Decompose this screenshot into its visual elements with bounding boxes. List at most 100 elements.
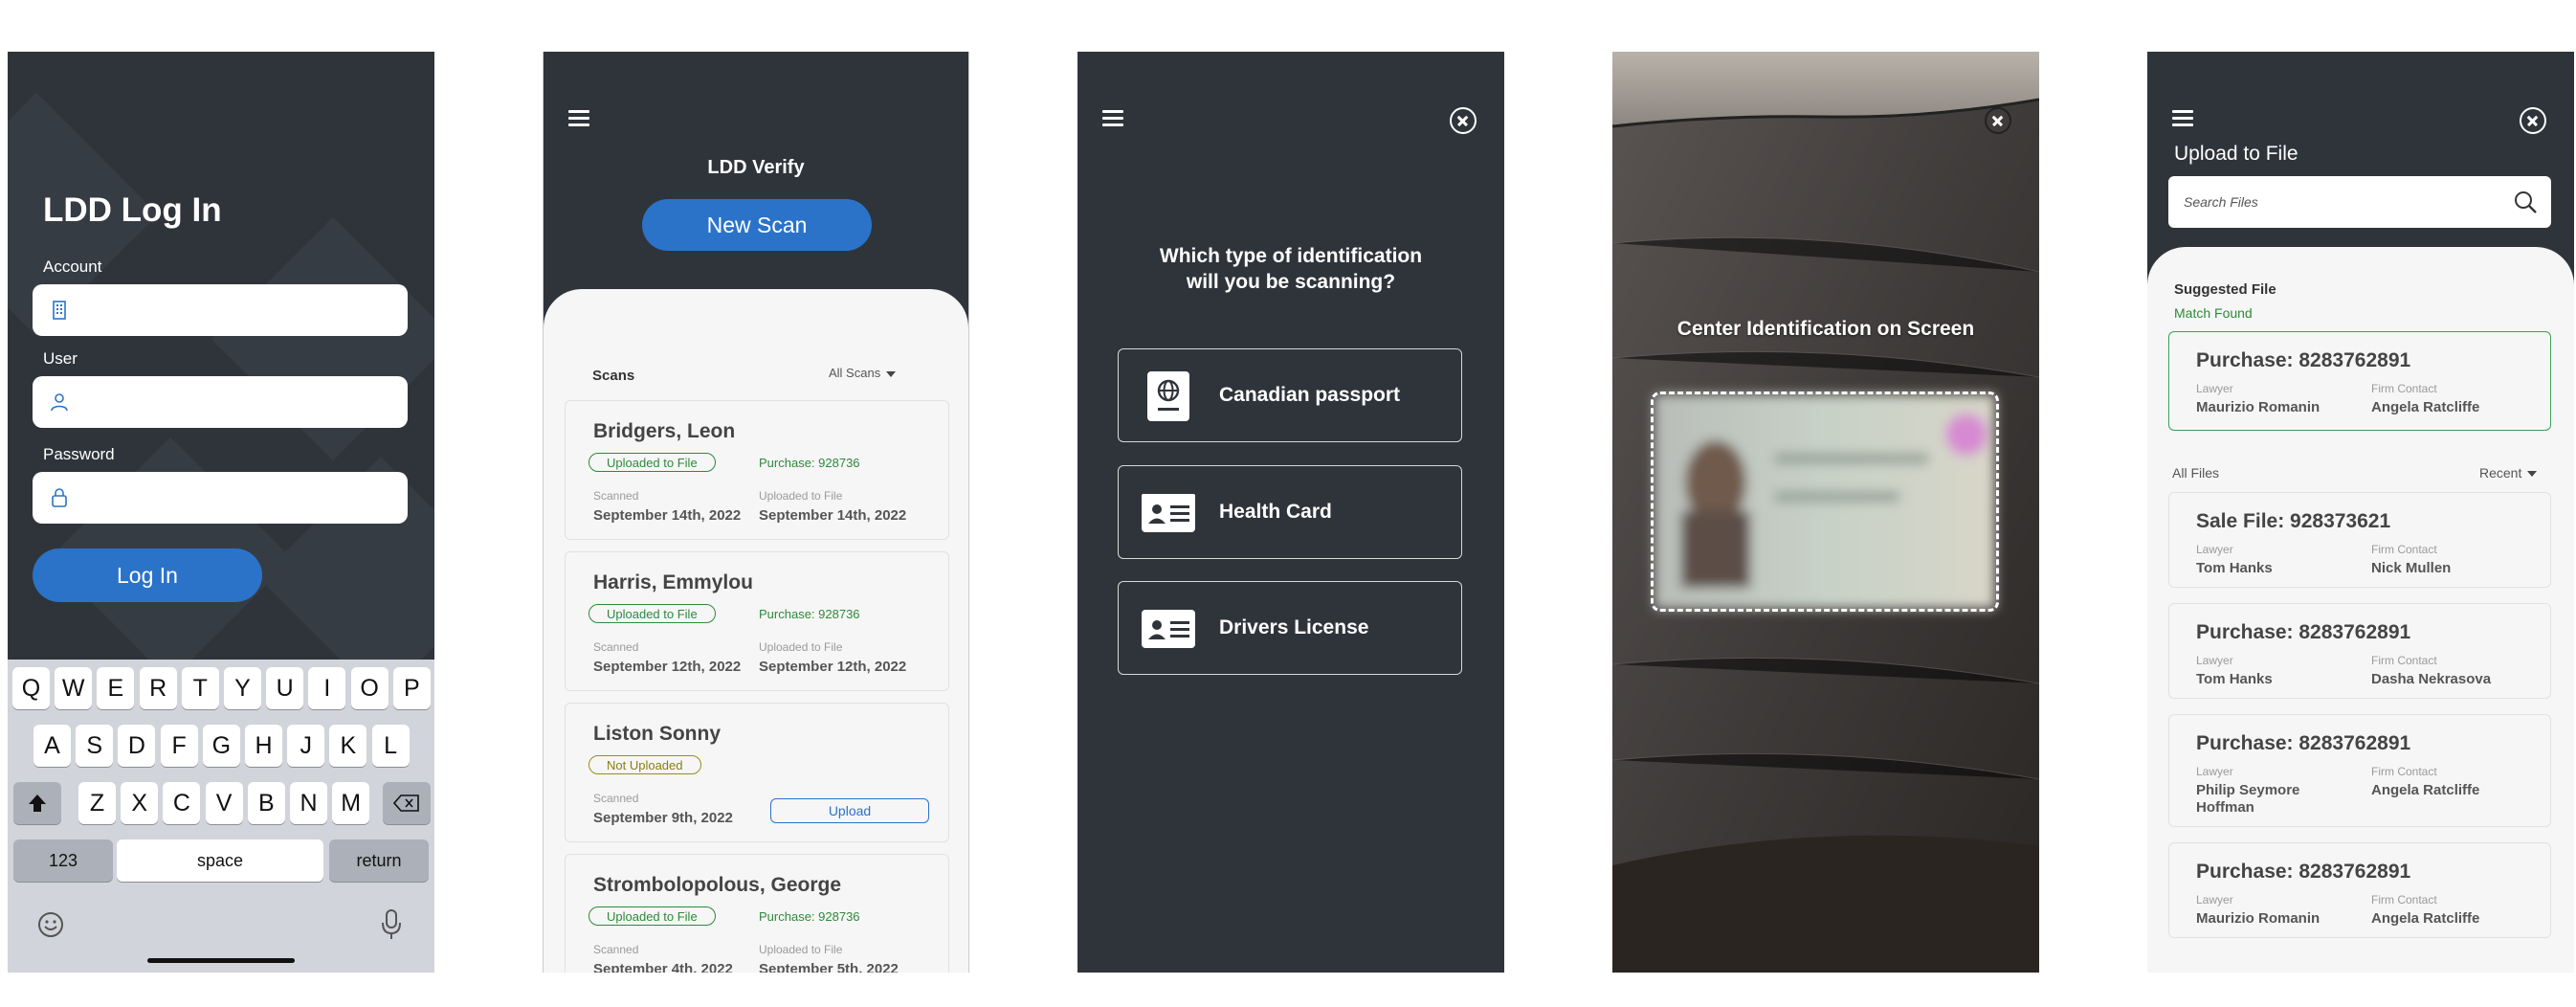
- key-k[interactable]: K: [329, 725, 367, 767]
- option-label: Drivers License: [1219, 616, 1369, 638]
- scan-card[interactable]: Liston Sonny Not Uploaded Scanned Septem…: [565, 703, 949, 842]
- return-key[interactable]: return: [329, 839, 429, 882]
- scan-card[interactable]: Strombolopolous, George Uploaded to File…: [565, 854, 949, 973]
- option-drivers-license[interactable]: Drivers License: [1118, 581, 1462, 675]
- keyboard: QWERTYUIOP ASDFGHJKL ZXCVBNM 123 space r…: [8, 660, 434, 973]
- key-e[interactable]: E: [97, 667, 135, 709]
- new-scan-button[interactable]: New Scan: [642, 199, 872, 251]
- emoji-icon[interactable]: [36, 910, 65, 939]
- uploaded-label: Uploaded to File: [759, 943, 843, 956]
- key-l[interactable]: L: [371, 725, 410, 767]
- file-title: Purchase: 8283762891: [2196, 349, 2411, 371]
- key-p[interactable]: P: [392, 667, 431, 709]
- password-label: Password: [43, 445, 115, 463]
- upload-button[interactable]: Upload: [770, 798, 929, 823]
- sort-dropdown[interactable]: Recent: [2479, 465, 2538, 481]
- scanned-date: September 12th, 2022: [593, 659, 742, 675]
- key-d[interactable]: D: [118, 725, 156, 767]
- space-key[interactable]: space: [117, 839, 323, 882]
- option-health-card[interactable]: Health Card: [1118, 465, 1462, 559]
- scan-frame: [1651, 392, 1999, 612]
- camera-screen: Center Identification on Screen: [1612, 52, 2039, 973]
- key-a[interactable]: A: [33, 725, 71, 767]
- id-type-screen: Which type of identification will you be…: [1077, 52, 1504, 973]
- key-g[interactable]: G: [202, 725, 240, 767]
- key-f[interactable]: F: [160, 725, 198, 767]
- key-j[interactable]: J: [287, 725, 325, 767]
- lawyer-name: Tom Hanks: [2196, 560, 2273, 576]
- key-y[interactable]: Y: [224, 667, 261, 709]
- status-badge: Uploaded to File: [588, 604, 716, 623]
- key-u[interactable]: U: [266, 667, 304, 709]
- search-icon[interactable]: [2513, 190, 2538, 214]
- lawyer-name: Philip Seymore Hoffman: [2196, 782, 2300, 816]
- scan-card[interactable]: Bridgers, Leon Uploaded to File Purchase…: [565, 400, 949, 540]
- key-v[interactable]: V: [205, 782, 243, 824]
- user-field[interactable]: [33, 376, 408, 428]
- key-b[interactable]: B: [247, 782, 285, 824]
- lawyer-label: Lawyer: [2196, 893, 2233, 906]
- key-q[interactable]: Q: [12, 667, 50, 709]
- scanned-date: September 9th, 2022: [593, 810, 733, 826]
- account-field[interactable]: [33, 284, 408, 336]
- key-z[interactable]: Z: [78, 782, 116, 824]
- lock-icon: [52, 488, 67, 507]
- scans-filter-dropdown[interactable]: All Scans: [829, 366, 897, 380]
- backspace-key[interactable]: [383, 782, 431, 824]
- lawyer-name: Maurizio Romanin: [2196, 910, 2321, 927]
- file-card[interactable]: Purchase: 8283762891 Lawyer Firm Contact…: [2168, 603, 2551, 699]
- login-title: LDD Log In: [43, 191, 222, 229]
- hamburger-menu-icon[interactable]: [2172, 110, 2193, 127]
- file-title: Purchase: 8283762891: [2196, 732, 2411, 754]
- suggested-file-card[interactable]: Purchase: 8283762891 Lawyer Firm Contact…: [2168, 331, 2551, 431]
- scan-card[interactable]: Harris, Emmylou Uploaded to File Purchas…: [565, 551, 949, 691]
- file-card[interactable]: Purchase: 8283762891 Lawyer Firm Contact…: [2168, 714, 2551, 827]
- password-field[interactable]: [33, 472, 408, 524]
- camera-instruction: Center Identification on Screen: [1677, 318, 1975, 340]
- key-m[interactable]: M: [332, 782, 370, 824]
- key-w[interactable]: W: [55, 667, 93, 709]
- close-icon[interactable]: [1450, 107, 1477, 134]
- key-n[interactable]: N: [290, 782, 327, 824]
- option-canadian-passport[interactable]: Canadian passport: [1118, 348, 1462, 442]
- home-indicator: [147, 958, 295, 963]
- key-s[interactable]: S: [76, 725, 114, 767]
- login-button[interactable]: Log In: [33, 548, 262, 602]
- file-card[interactable]: Purchase: 8283762891 Lawyer Firm Contact…: [2168, 842, 2551, 938]
- login-screen: LDD Log In Account User Password Log In …: [8, 52, 434, 973]
- upload-screen: Upload to File Search Files Suggested Fi…: [2147, 52, 2574, 973]
- scanned-date: September 14th, 2022: [593, 507, 742, 524]
- contact-label: Firm Contact: [2371, 543, 2437, 556]
- search-files-input[interactable]: Search Files: [2168, 176, 2551, 228]
- contact-name: Angela Ratcliffe: [2371, 910, 2480, 927]
- uploaded-date: September 12th, 2022: [759, 659, 907, 675]
- numbers-key[interactable]: 123: [13, 839, 113, 882]
- scanned-date: September 4th, 2022: [593, 961, 733, 973]
- key-x[interactable]: X: [121, 782, 159, 824]
- contact-label: Firm Contact: [2371, 893, 2437, 906]
- key-h[interactable]: H: [245, 725, 282, 767]
- lawyer-label: Lawyer: [2196, 543, 2233, 556]
- lawyer-name: Tom Hanks: [2196, 671, 2273, 687]
- key-r[interactable]: R: [139, 667, 177, 709]
- key-t[interactable]: T: [181, 667, 219, 709]
- scanned-label: Scanned: [593, 640, 639, 654]
- shift-key[interactable]: [13, 782, 61, 824]
- key-c[interactable]: C: [163, 782, 201, 824]
- hamburger-menu-icon[interactable]: [568, 110, 589, 127]
- file-card[interactable]: Sale File: 928373621 Lawyer Firm Contact…: [2168, 492, 2551, 588]
- hamburger-menu-icon[interactable]: [1102, 110, 1123, 127]
- close-icon[interactable]: [2520, 107, 2546, 134]
- microphone-icon[interactable]: [379, 908, 404, 941]
- status-badge: Uploaded to File: [588, 453, 716, 472]
- scan-name: Liston Sonny: [593, 723, 721, 745]
- id-card-icon: [1142, 494, 1195, 532]
- key-o[interactable]: O: [350, 667, 389, 709]
- contact-name: Angela Ratcliffe: [2371, 399, 2480, 415]
- license-card-icon: [1142, 610, 1195, 648]
- upload-title: Upload to File: [2174, 143, 2298, 165]
- close-icon[interactable]: [1985, 107, 2011, 134]
- suggested-label: Suggested File: [2174, 281, 2276, 298]
- key-i[interactable]: I: [308, 667, 346, 709]
- verify-screen: LDD Verify New Scan Scans All Scans Brid…: [543, 52, 969, 973]
